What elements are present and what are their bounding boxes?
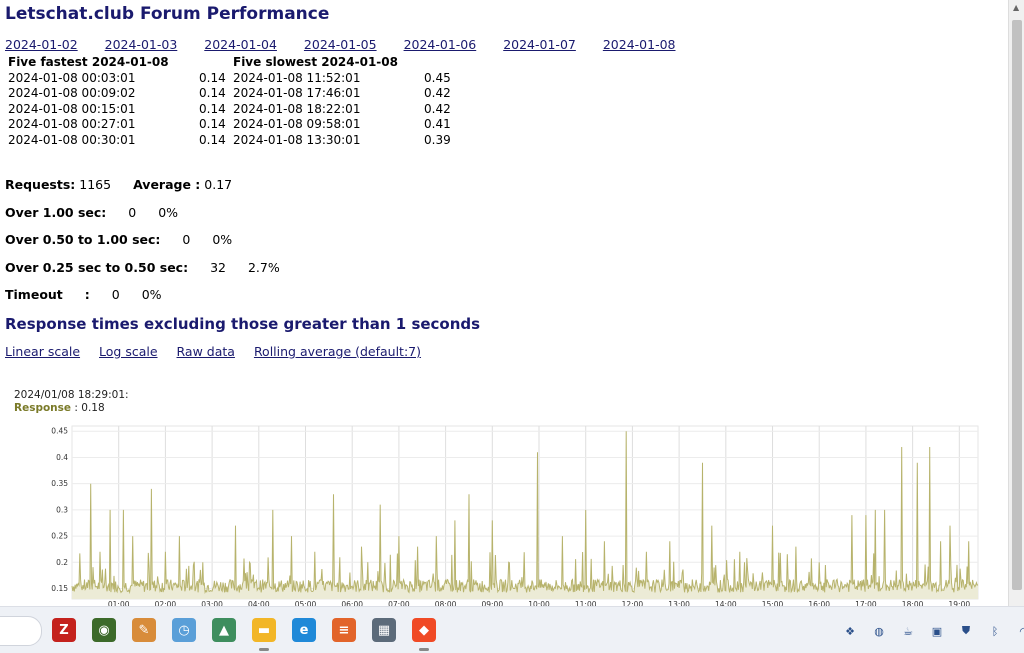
clock-icon[interactable]: ◷: [172, 618, 196, 642]
over-1-count: 0: [128, 205, 137, 220]
requests-value: 1165: [79, 177, 112, 192]
over-050-pct: 0%: [212, 232, 233, 247]
taskbar: Z ◉ ✎ ◷ ▲ ▬ e ≡ ▦ ◆ ❖ ◍ ☕ ▣ ⛊ ᛒ ◠: [0, 606, 1024, 653]
running-indicator: [259, 648, 269, 651]
over-050-label: Over 0.50 to 1.00 sec:: [5, 232, 161, 247]
over-025-count: 32: [210, 260, 226, 275]
fast-value: 0.14: [199, 70, 226, 85]
monitor-app-icon[interactable]: ▣: [929, 623, 945, 639]
slow-time: 2024-01-08 13:30:01: [233, 132, 361, 147]
response-time-chart[interactable]: 01:00 02:00 03:00 04:00 05:00 06:00 07:00 08:00…: [0, 420, 1000, 606]
average-label: Average :: [133, 177, 201, 192]
slow-time: 2024-01-08 17:46:01: [233, 86, 361, 100]
file-explorer-icon[interactable]: ▬: [252, 618, 276, 642]
slowest-header: Five slowest 2024-01-08: [233, 55, 398, 69]
requests-label: Requests:: [5, 177, 76, 192]
scrollbar-thumb[interactable]: [1012, 20, 1022, 590]
over-050-line: Over 0.50 to 1.00 sec: 0 0%: [5, 232, 232, 247]
date-link-2024-01-02[interactable]: 2024-01-02: [5, 37, 78, 52]
y-tick-label: 0.3: [56, 505, 68, 514]
slow-time: 2024-01-08 09:58:01: [233, 117, 361, 131]
scroll-up-icon[interactable]: ▲: [1013, 3, 1019, 12]
dropbox-icon[interactable]: ❖: [842, 623, 858, 639]
y-tick-label: 0.2: [56, 558, 68, 567]
bluetooth-icon[interactable]: ᛒ: [987, 623, 1003, 639]
fastest-header: Five fastest 2024-01-08: [8, 55, 169, 69]
fast-value: 0.14: [199, 132, 226, 147]
fast-time: 2024-01-08 00:15:01: [8, 101, 136, 116]
average-value: 0.17: [204, 177, 233, 192]
over-1-pct: 0%: [158, 205, 179, 220]
log-scale-link[interactable]: Log scale: [99, 344, 158, 359]
date-link-2024-01-07[interactable]: 2024-01-07: [503, 37, 576, 52]
date-link-2024-01-06[interactable]: 2024-01-06: [404, 37, 477, 52]
date-links: 2024-01-02 2024-01-03 2024-01-04 2024-01…: [5, 37, 699, 52]
date-link-2024-01-08[interactable]: 2024-01-08: [603, 37, 676, 52]
date-link-2024-01-05[interactable]: 2024-01-05: [304, 37, 377, 52]
page-title: Letschat.club Forum Performance: [5, 4, 330, 24]
fast-time: 2024-01-08 00:27:01: [8, 117, 136, 131]
fast-time: 2024-01-08 00:30:01: [8, 132, 136, 147]
timeout-label: Timeout: [5, 287, 63, 302]
slow-value: 0.42: [424, 86, 451, 100]
triangle-app-icon[interactable]: ▲: [212, 618, 236, 642]
date-link-2024-01-04[interactable]: 2024-01-04: [204, 37, 277, 52]
globe-icon[interactable]: ◉: [92, 618, 116, 642]
timeout-line: Timeout : 0 0%: [5, 287, 162, 302]
over-025-label: Over 0.25 sec to 0.50 sec:: [5, 260, 189, 275]
slow-value: 0.39: [424, 132, 451, 147]
stack-app-icon[interactable]: ≡: [332, 618, 356, 642]
fast-value: 0.14: [199, 101, 226, 116]
y-tick-label: 0.35: [51, 479, 68, 488]
timeout-pct: 0%: [141, 287, 162, 302]
fast-time: 2024-01-08 00:09:02: [8, 86, 136, 100]
running-indicator: [419, 648, 429, 651]
timeout-count: 0: [111, 287, 120, 302]
chart-hover-readout: 2024/01/08 18:29:01: Response : 0.18: [14, 389, 129, 415]
slow-value: 0.42: [424, 101, 451, 116]
brave-icon[interactable]: ◆: [412, 618, 436, 642]
readout-sep: :: [71, 402, 82, 414]
readout-time: 2024/01/08 18:29:01:: [14, 389, 129, 401]
readout-label: Response: [14, 402, 72, 414]
slow-time: 2024-01-08 11:52:01: [233, 70, 361, 85]
taskbar-search-box[interactable]: [0, 616, 42, 646]
fast-time: 2024-01-08 00:03:01: [8, 70, 136, 85]
y-tick-label: 0.15: [51, 584, 68, 593]
readout-value: 0.18: [81, 402, 105, 414]
requests-line: Requests: 1165 Average : 0.17: [5, 177, 232, 192]
calculator-icon[interactable]: ▦: [372, 618, 396, 642]
shield-icon[interactable]: ⛊: [958, 623, 974, 639]
slow-value: 0.41: [424, 117, 451, 131]
filezilla-icon[interactable]: Z: [52, 618, 76, 642]
y-tick-label: 0.4: [56, 453, 68, 462]
over-1-line: Over 1.00 sec: 0 0%: [5, 205, 178, 220]
edge-icon[interactable]: e: [292, 618, 316, 642]
network-globe-icon[interactable]: ◍: [871, 623, 887, 639]
cup-icon[interactable]: ☕: [900, 623, 916, 639]
paint-icon[interactable]: ✎: [132, 618, 156, 642]
rolling-average-link[interactable]: Rolling average (default:7): [254, 344, 421, 359]
date-link-2024-01-03[interactable]: 2024-01-03: [105, 37, 178, 52]
fast-value: 0.14: [199, 117, 226, 131]
over-025-pct: 2.7%: [247, 260, 280, 275]
y-tick-label: 0.25: [51, 532, 68, 541]
linear-scale-link[interactable]: Linear scale: [5, 344, 80, 359]
chart-section-title: Response times excluding those greater t…: [5, 315, 481, 333]
over-025-line: Over 0.25 sec to 0.50 sec: 32 2.7%: [5, 260, 280, 275]
slow-value: 0.45: [424, 70, 451, 85]
scale-links: Linear scale Log scale Raw data Rolling …: [5, 344, 436, 359]
browser-content: Letschat.club Forum Performance 2024-01-…: [0, 0, 1008, 606]
y-tick-label: 0.45: [51, 427, 68, 436]
wifi-icon[interactable]: ◠: [1016, 623, 1024, 639]
over-1-label: Over 1.00 sec:: [5, 205, 107, 220]
raw-data-link[interactable]: Raw data: [177, 344, 235, 359]
fast-value: 0.14: [199, 86, 226, 100]
slow-time: 2024-01-08 18:22:01: [233, 101, 361, 116]
over-050-count: 0: [182, 232, 191, 247]
timeout-colon: :: [84, 287, 90, 302]
page-scrollbar[interactable]: ▲: [1008, 0, 1024, 606]
